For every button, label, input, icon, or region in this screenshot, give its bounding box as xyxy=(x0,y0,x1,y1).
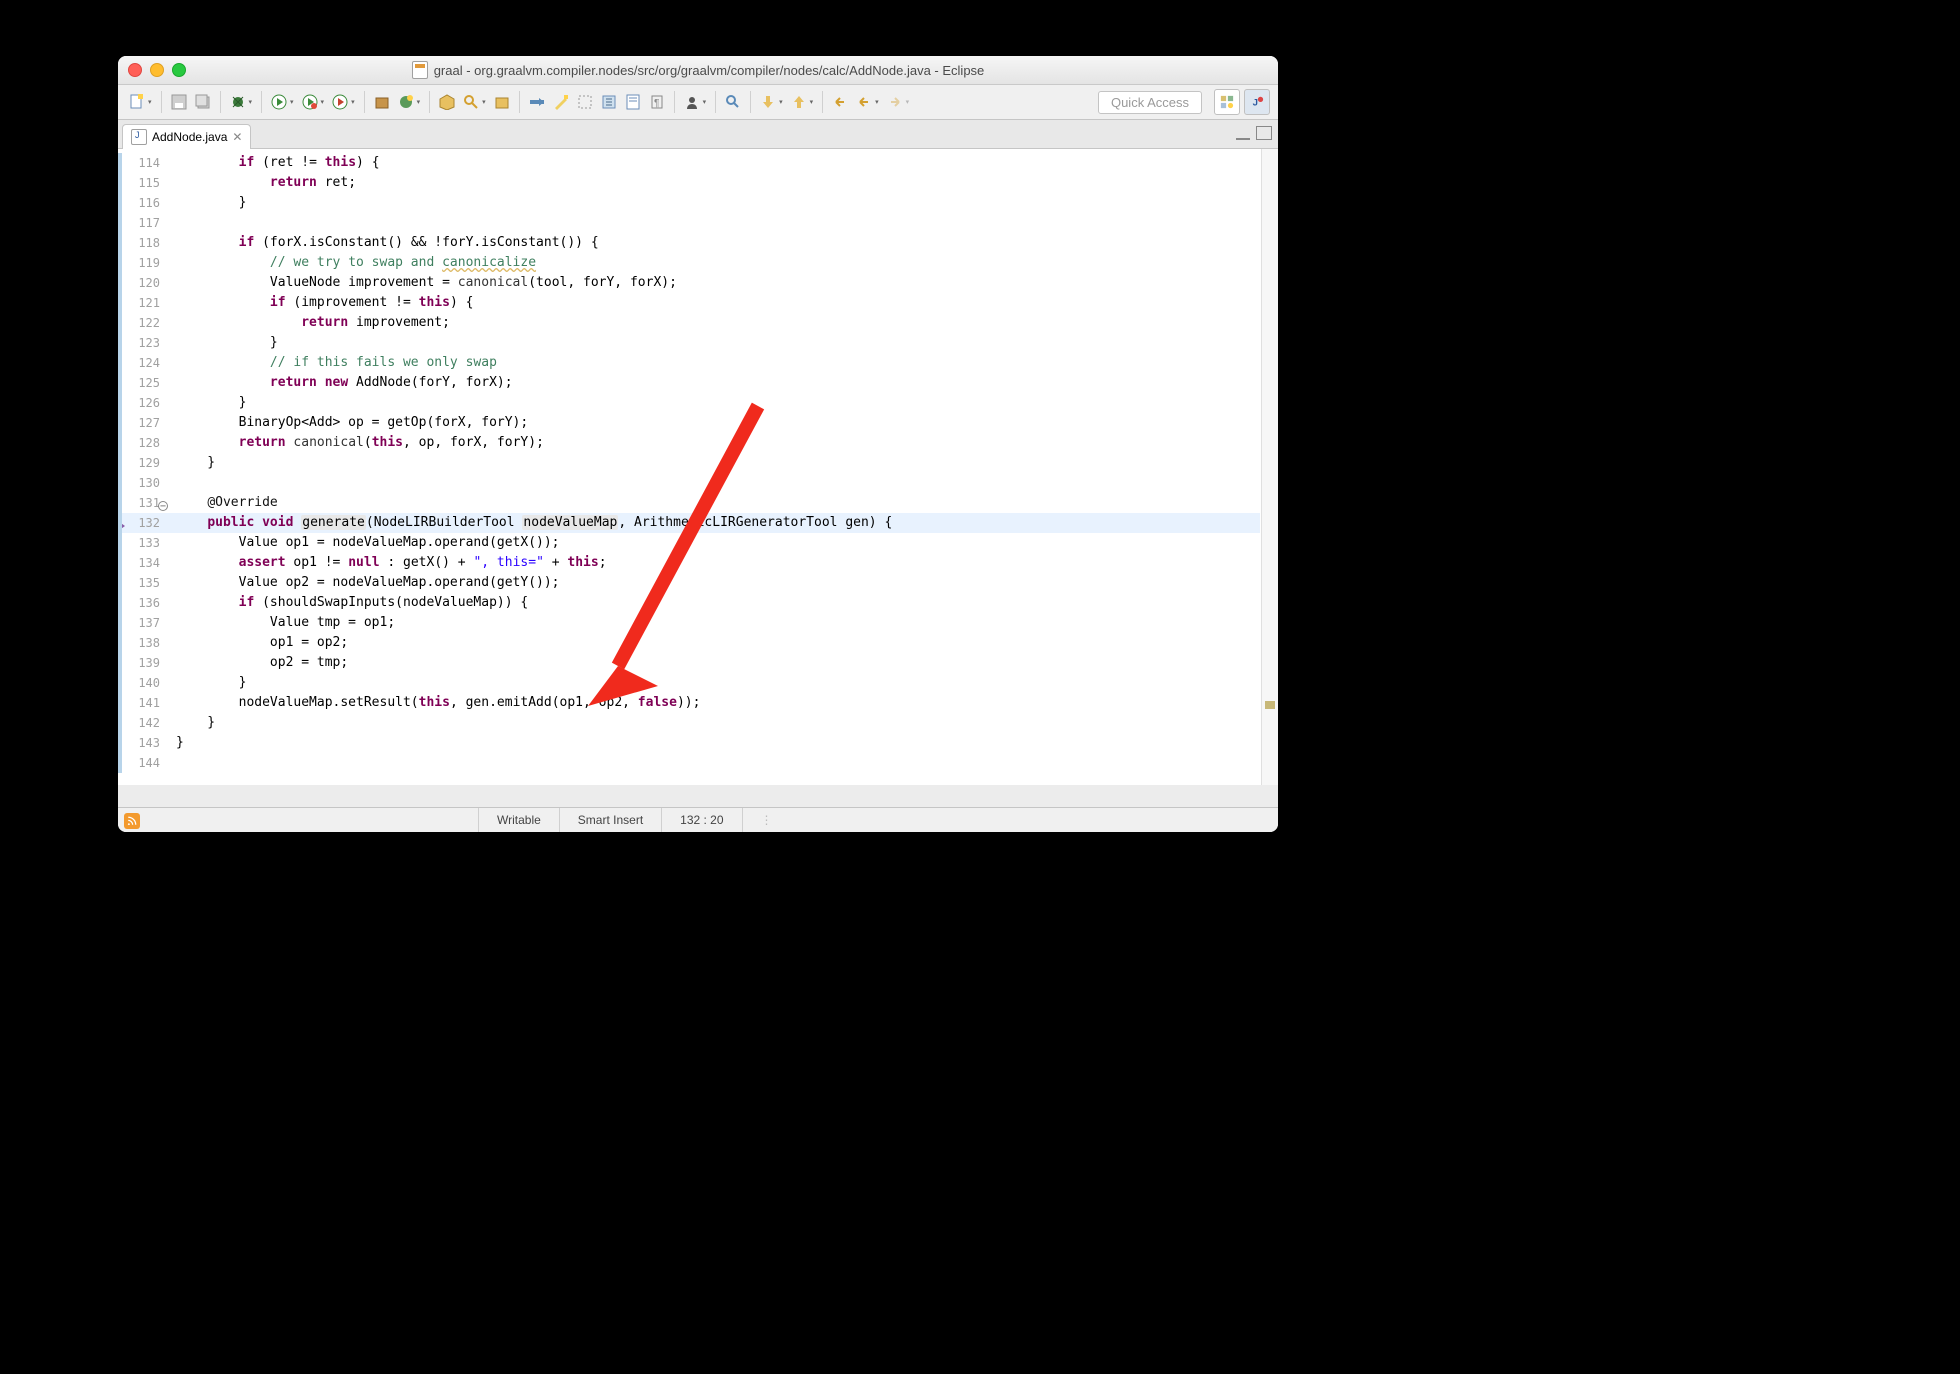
status-cursor-position: 132 : 20 xyxy=(661,808,741,832)
save-button[interactable] xyxy=(168,91,190,113)
java-file-icon xyxy=(131,129,147,145)
java-perspective-button[interactable]: J xyxy=(1244,89,1270,115)
svg-text:¶: ¶ xyxy=(654,98,659,109)
quick-access-input[interactable]: Quick Access xyxy=(1098,91,1202,114)
svg-text:J: J xyxy=(1253,98,1258,109)
eclipse-window: graal - org.graalvm.compiler.nodes/src/o… xyxy=(118,56,1278,832)
window-title: graal - org.graalvm.compiler.nodes/src/o… xyxy=(118,61,1278,79)
coverage-button[interactable] xyxy=(299,91,321,113)
show-source-button[interactable] xyxy=(622,91,644,113)
user-button[interactable] xyxy=(681,91,703,113)
perspective-switcher: J xyxy=(1214,89,1270,115)
next-edit-button[interactable] xyxy=(757,91,779,113)
block-selection-button[interactable] xyxy=(574,91,596,113)
java-file-icon xyxy=(412,61,428,79)
editor-tabbar: AddNode.java ✕ xyxy=(118,120,1278,149)
back-button[interactable] xyxy=(853,91,875,113)
next-annotation-button[interactable] xyxy=(722,91,744,113)
code-area[interactable]: if (ret != this) { return ret; } if (for… xyxy=(176,153,1260,773)
new-button[interactable] xyxy=(126,91,148,113)
run-button[interactable] xyxy=(268,91,290,113)
line-number-gutter: 1141151161171181191201211221231241251261… xyxy=(118,149,168,773)
prev-edit-button[interactable] xyxy=(788,91,810,113)
forward-button[interactable] xyxy=(884,91,906,113)
status-writable: Writable xyxy=(478,808,559,832)
new-package-button[interactable] xyxy=(371,91,393,113)
new-class-button[interactable] xyxy=(395,91,417,113)
show-whitespace-button[interactable] xyxy=(598,91,620,113)
external-tools-button[interactable] xyxy=(329,91,351,113)
tab-label: AddNode.java xyxy=(152,130,227,144)
rss-feed-icon[interactable] xyxy=(124,813,140,829)
scrollbar[interactable] xyxy=(1261,149,1278,785)
status-insert-mode: Smart Insert xyxy=(559,808,661,832)
open-task-button[interactable] xyxy=(491,91,513,113)
pin-editor-button[interactable]: ¶ xyxy=(646,91,668,113)
toggle-breadcrumb-button[interactable] xyxy=(526,91,548,113)
tab-addnode[interactable]: AddNode.java ✕ xyxy=(122,124,251,149)
search-button[interactable] xyxy=(460,91,482,113)
last-edit-location-button[interactable] xyxy=(829,91,851,113)
toolbar: ▾ ▾ ▾ ▾ ▾ ▾ ▾ ¶ ▾ ▾ ▾ ▾ ▾ Quick Access xyxy=(118,85,1278,120)
status-bar: Writable Smart Insert 132 : 20 ⋮ xyxy=(118,807,1278,832)
save-all-button[interactable] xyxy=(192,91,214,113)
debug-button[interactable] xyxy=(227,91,249,113)
mark-occurrences-button[interactable] xyxy=(550,91,572,113)
minimize-view-button[interactable] xyxy=(1236,126,1250,140)
window-title-text: graal - org.graalvm.compiler.nodes/src/o… xyxy=(434,63,985,78)
open-perspective-button[interactable] xyxy=(1214,89,1240,115)
tab-close-button[interactable]: ✕ xyxy=(232,130,242,144)
open-type-button[interactable] xyxy=(436,91,458,113)
titlebar: graal - org.graalvm.compiler.nodes/src/o… xyxy=(118,56,1278,85)
code-editor[interactable]: 1141151161171181191201211221231241251261… xyxy=(118,149,1278,785)
maximize-view-button[interactable] xyxy=(1256,126,1272,140)
